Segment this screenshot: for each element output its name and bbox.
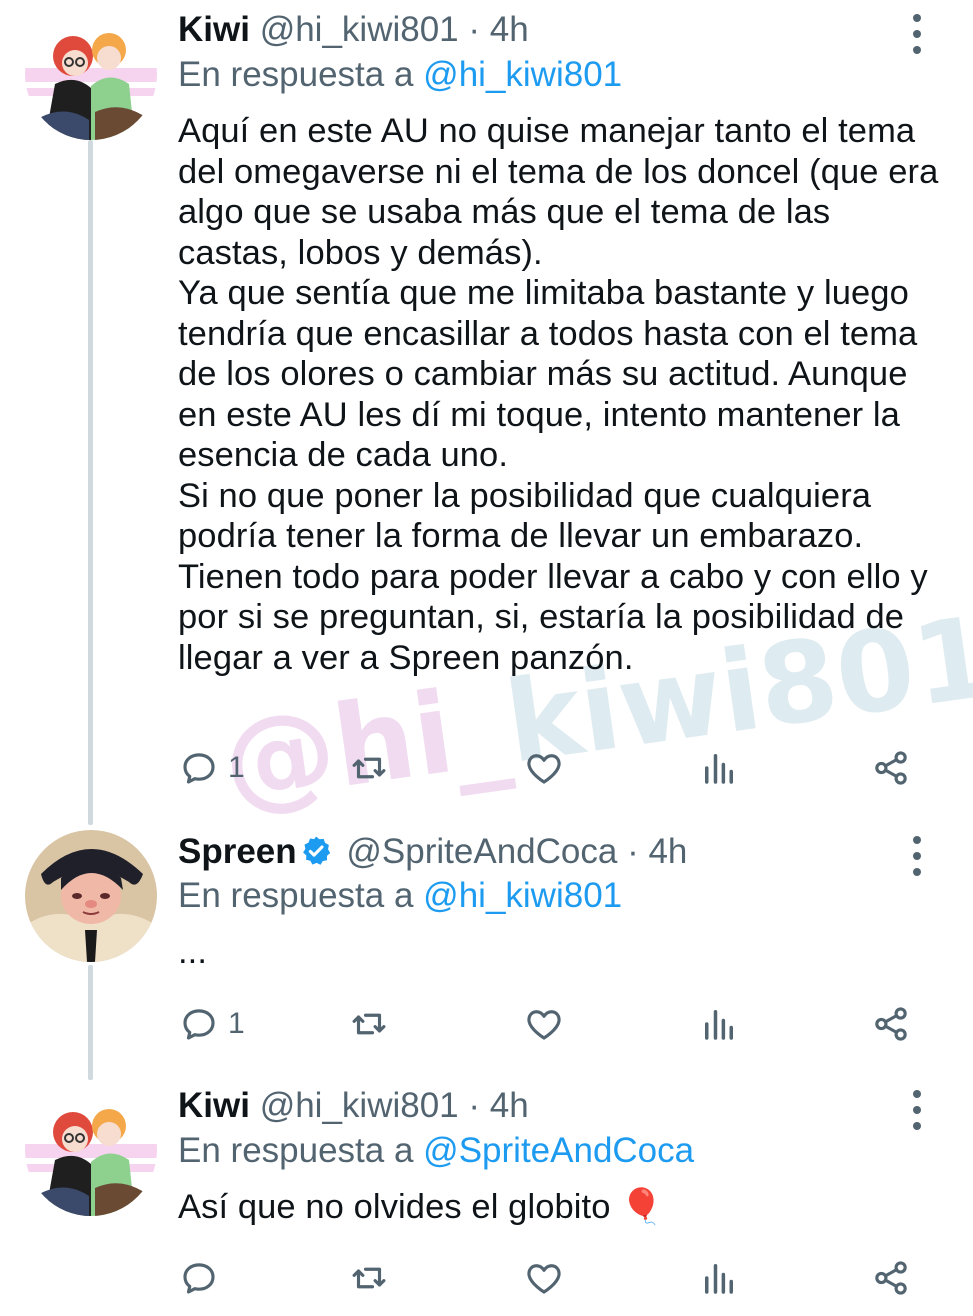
reply-icon <box>183 1263 215 1294</box>
more-options-icon[interactable] <box>902 1090 932 1130</box>
avatar-kiwi[interactable] <box>25 1084 157 1216</box>
tweet-text: Así que no olvides el globito 🎈 <box>178 1188 664 1226</box>
tweet-header: Spreen @SpriteAndCoca · 4h <box>178 830 687 879</box>
share-button[interactable] <box>870 1256 912 1300</box>
author-name[interactable]: Spreen <box>178 832 297 871</box>
replying-to: En respuesta a @hi_kiwi801 <box>178 874 622 918</box>
views-button[interactable] <box>698 1002 740 1046</box>
share-button[interactable] <box>870 746 912 790</box>
replying-to-label: En respuesta a <box>178 1131 414 1170</box>
retweet-icon <box>352 757 386 779</box>
like-icon <box>527 1010 561 1040</box>
replying-to-label: En respuesta a <box>178 55 414 94</box>
verified-badge-icon <box>299 834 333 879</box>
retweet-button[interactable] <box>348 1002 390 1046</box>
replying-to: En respuesta a @hi_kiwi801 <box>178 53 622 97</box>
retweet-button[interactable] <box>348 1256 390 1300</box>
author-handle[interactable]: @SpriteAndCoca <box>346 832 617 871</box>
views-icon <box>705 754 733 784</box>
like-icon <box>527 1264 561 1294</box>
reply-button[interactable]: 1 <box>178 746 245 790</box>
tweet-text: Aquí en este AU no quise manejar tanto e… <box>178 112 939 677</box>
share-button[interactable] <box>870 1002 912 1046</box>
avatar-spreen[interactable] <box>25 830 157 962</box>
views-icon <box>705 1264 733 1294</box>
action-bar <box>178 1256 918 1300</box>
reply-icon <box>183 1009 215 1040</box>
action-bar: 1 <box>178 746 918 790</box>
more-options-icon[interactable] <box>902 836 932 876</box>
separator-dot: · <box>468 1086 481 1125</box>
author-handle[interactable]: @hi_kiwi801 <box>260 1086 459 1125</box>
reply-count: 1 <box>228 751 245 784</box>
like-button[interactable] <box>523 1002 565 1046</box>
retweet-button[interactable] <box>348 746 390 790</box>
timestamp[interactable]: 4h <box>490 10 529 49</box>
like-button[interactable] <box>523 1256 565 1300</box>
reply-button[interactable]: 1 <box>178 1002 245 1046</box>
replying-to-mention[interactable]: @hi_kiwi801 <box>423 55 622 94</box>
separator-dot: · <box>627 832 639 871</box>
timestamp[interactable]: 4h <box>648 832 687 871</box>
views-button[interactable] <box>698 1256 740 1300</box>
replying-to-label: En respuesta a <box>178 876 414 915</box>
timestamp[interactable]: 4h <box>490 1086 529 1125</box>
retweet-icon <box>352 1013 386 1035</box>
share-icon <box>875 751 907 785</box>
like-button[interactable] <box>523 746 565 790</box>
replying-to: En respuesta a @SpriteAndCoca <box>178 1129 694 1173</box>
replying-to-mention[interactable]: @SpriteAndCoca <box>423 1131 694 1170</box>
replying-to-mention[interactable]: @hi_kiwi801 <box>423 876 622 915</box>
tweet-text: ... <box>178 933 208 971</box>
action-bar: 1 <box>178 1002 918 1046</box>
share-icon <box>875 1261 907 1295</box>
author-handle[interactable]: @hi_kiwi801 <box>260 10 459 49</box>
like-icon <box>527 754 561 784</box>
author-name[interactable]: Kiwi <box>178 1086 250 1125</box>
avatar-kiwi[interactable] <box>25 8 157 140</box>
tweet-header: Kiwi @hi_kiwi801 · 4h <box>178 1084 529 1128</box>
views-icon <box>705 1010 733 1040</box>
tweet-header: Kiwi @hi_kiwi801 · 4h <box>178 8 529 52</box>
watermark-lead: @hi_ <box>215 660 517 829</box>
retweet-icon <box>352 1267 386 1289</box>
thread-line-2 <box>88 965 93 1080</box>
reply-button[interactable] <box>178 1256 228 1300</box>
share-icon <box>875 1007 907 1041</box>
reply-count: 1 <box>228 1007 245 1040</box>
thread-line-1 <box>88 140 93 825</box>
more-options-icon[interactable] <box>902 14 932 54</box>
views-button[interactable] <box>698 746 740 790</box>
author-name[interactable]: Kiwi <box>178 10 250 49</box>
separator-dot: · <box>468 10 481 49</box>
reply-icon <box>183 753 215 784</box>
